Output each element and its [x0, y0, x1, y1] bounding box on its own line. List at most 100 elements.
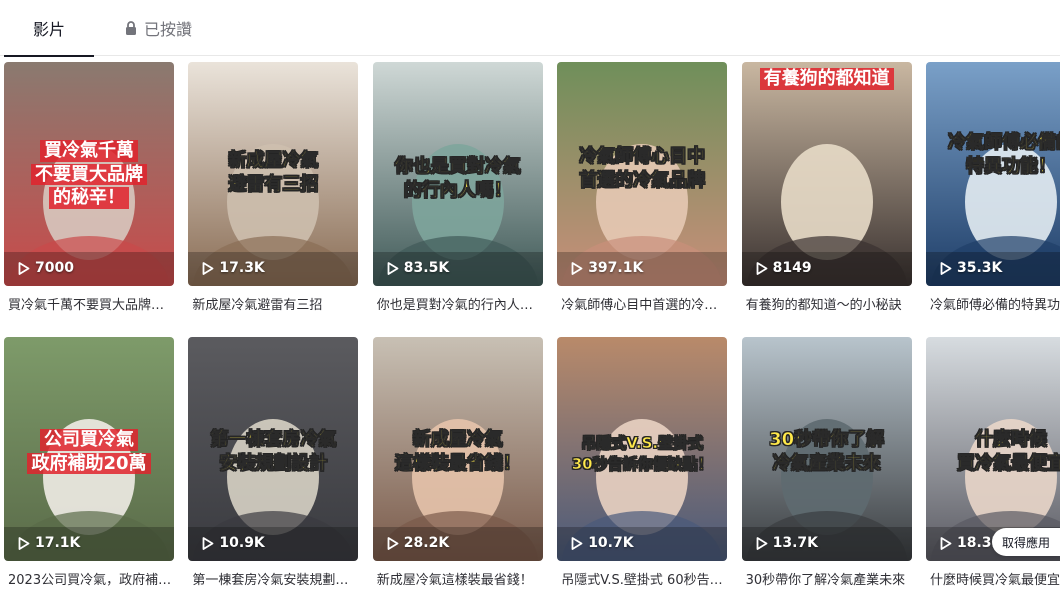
tab-liked-label: 已按讚	[144, 20, 193, 39]
tab-videos-label: 影片	[32, 20, 65, 39]
play-icon	[202, 536, 214, 550]
video-thumbnail[interactable]: 你也是買對冷氣 的行內人嗎！ 83.5K	[372, 62, 543, 286]
video-thumbnail[interactable]: 第一棟套房冷氣 安裝規劃設計 10.9K	[188, 337, 359, 561]
overlay-line: 首選的冷氣品牌	[579, 169, 706, 191]
video-caption[interactable]: 2023公司買冷氣，政府補助20萬	[8, 569, 174, 588]
overlay-line: 新成屋冷氣	[228, 150, 319, 172]
overlay-line: 安裝規劃設計	[219, 452, 328, 474]
video-card[interactable]: 新成屋冷氣 這樣裝最省錢！ 28.2K 新成屋冷氣這樣裝最省錢！	[372, 337, 543, 588]
overlay-line: 的秘辛！	[49, 187, 129, 209]
overlay-line: 你也是買對冷氣	[394, 156, 521, 178]
video-card[interactable]: 新成屋冷氣 避雷有三招 17.3K 新成屋冷氣避雷有三招	[188, 62, 359, 313]
video-caption[interactable]: 什麼時候買冷氣最便宜	[930, 569, 1060, 588]
view-count-value: 17.3K	[219, 260, 265, 276]
tab-videos[interactable]: 影片	[4, 0, 94, 57]
video-overlay-text: 冷氣師傅心目中 首選的冷氣品牌	[563, 146, 721, 193]
view-count-value: 397.1K	[588, 260, 644, 276]
video-thumbnail[interactable]: 公司買冷氣 政府補助20萬 17.1K	[4, 337, 174, 561]
video-overlay-text: 新成屋冷氣 這樣裝最省錢！	[379, 429, 537, 476]
video-caption[interactable]: 新成屋冷氣避雷有三招	[192, 294, 358, 313]
play-icon	[18, 536, 30, 550]
video-caption[interactable]: 冷氣師傅必備的特異功能！	[930, 294, 1060, 313]
video-thumbnail[interactable]: 冷氣師傅必備的特異功能！ 35.3K	[926, 62, 1060, 286]
video-card[interactable]: 你也是買對冷氣 的行內人嗎！ 83.5K 你也是買對冷氣的行內人嗎！	[372, 62, 543, 313]
video-overlay-text: 30秒帶你了解 冷氣產業未來	[748, 429, 906, 476]
video-thumbnail[interactable]: 新成屋冷氣 這樣裝最省錢！ 28.2K	[372, 337, 543, 561]
overlay-line: 冷氣師傅心目中	[579, 146, 706, 168]
lock-icon	[126, 21, 136, 35]
play-icon	[387, 536, 399, 550]
play-icon	[18, 261, 30, 275]
video-overlay-text: 冷氣師傅必備的特異功能！	[932, 132, 1060, 179]
video-caption[interactable]: 第一棟套房冷氣安裝規劃設計	[192, 569, 358, 588]
video-thumbnail[interactable]: 有養狗的都知道 8149	[741, 62, 912, 286]
play-icon	[202, 261, 214, 275]
video-thumbnail[interactable]: 吊隱式V.S.壁掛式 30秒告訴你優缺點！ 10.7K	[557, 337, 728, 561]
video-overlay-text: 你也是買對冷氣 的行內人嗎！	[379, 156, 537, 203]
view-count-value: 10.7K	[588, 535, 634, 551]
overlay-line: 吊隱式V.S.壁掛式	[581, 434, 704, 453]
get-app-button[interactable]: 取得應用	[991, 528, 1060, 556]
video-card[interactable]: 冷氣師傅心目中 首選的冷氣品牌 397.1K 冷氣師傅心目中首選的冷氣品牌	[557, 62, 728, 313]
overlay-line: 不要買大品牌	[31, 163, 147, 186]
view-count-value: 17.1K	[35, 535, 81, 551]
overlay-line: 特異功能！	[966, 155, 1057, 177]
video-card[interactable]: 第一棟套房冷氣 安裝規劃設計 10.9K 第一棟套房冷氣安裝規劃設計	[188, 337, 359, 588]
view-count: 17.1K	[18, 535, 80, 551]
overlay-line: 公司買冷氣	[40, 429, 138, 451]
view-count-value: 83.5K	[403, 260, 450, 276]
view-count-value: 35.3K	[957, 260, 1003, 276]
play-icon	[756, 261, 767, 275]
view-count-value: 28.2K	[403, 535, 450, 551]
view-count-value: 10.9K	[219, 535, 265, 551]
video-caption[interactable]: 30秒帶你了解冷氣產業未來	[746, 569, 912, 588]
overlay-line: 買冷氣最便宜	[957, 452, 1060, 474]
video-caption[interactable]: 冷氣師傅心目中首選的冷氣品牌	[561, 294, 727, 313]
overlay-line: 新成屋冷氣	[412, 429, 503, 451]
video-overlay-text: 有養狗的都知道	[748, 68, 906, 92]
view-count: 28.2K	[387, 535, 449, 551]
video-card[interactable]: 吊隱式V.S.壁掛式 30秒告訴你優缺點！ 10.7K 吊隱式V.S.壁掛式 60…	[557, 337, 728, 588]
video-overlay-text: 什麼時候 買冷氣最便宜	[932, 429, 1060, 476]
overlay-line: 政府補助20萬	[27, 452, 151, 475]
video-caption[interactable]: 新成屋冷氣這樣裝最省錢！	[377, 569, 543, 588]
overlay-line: 什麼時候	[975, 429, 1048, 451]
overlay-line: 30秒帶你了解	[769, 429, 885, 451]
view-count-value: 8149	[772, 260, 812, 276]
thumbnail-image	[741, 62, 912, 286]
video-caption[interactable]: 你也是買對冷氣的行內人嗎！	[377, 294, 543, 313]
view-count-value: 7000	[35, 260, 74, 276]
video-card[interactable]: 買冷氣千萬不要買大品牌的秘辛！ 7000 買冷氣千萬不要買大品牌的秘辛！	[4, 62, 174, 313]
video-caption[interactable]: 吊隱式V.S.壁掛式 60秒告訴你優缺點	[561, 569, 727, 588]
tab-liked[interactable]: 已按讚	[124, 0, 192, 56]
video-caption[interactable]: 買冷氣千萬不要買大品牌的秘辛！	[8, 294, 174, 313]
overlay-line: 的行內人嗎！	[403, 179, 512, 201]
video-card[interactable]: 公司買冷氣政府補助20萬 17.1K 2023公司買冷氣，政府補助20萬	[4, 337, 174, 588]
play-icon	[756, 536, 767, 550]
play-icon	[571, 536, 583, 550]
view-count: 13.7K	[756, 535, 818, 551]
play-icon	[940, 536, 952, 550]
video-overlay-text: 公司買冷氣 政府補助20萬	[10, 429, 168, 476]
video-overlay-text: 買冷氣千萬 不要買大品牌 的秘辛！	[10, 140, 168, 211]
video-overlay-text: 新成屋冷氣 避雷有三招	[194, 150, 352, 197]
view-count-value: 13.7K	[772, 535, 818, 551]
video-card[interactable]: 有養狗的都知道 8149 有養狗的都知道～的小秘訣	[741, 62, 912, 313]
play-icon	[571, 261, 583, 275]
overlay-line: 避雷有三招	[228, 173, 319, 195]
video-card[interactable]: 冷氣師傅必備的特異功能！ 35.3K 冷氣師傅必備的特異功能！	[926, 62, 1060, 313]
video-thumbnail[interactable]: 30秒帶你了解 冷氣產業未來 13.7K	[741, 337, 912, 561]
profile-tabs: 影片 已按讚	[0, 0, 1060, 57]
overlay-line: 冷氣產業未來	[772, 452, 881, 474]
video-thumbnail[interactable]: 買冷氣千萬 不要買大品牌 的秘辛！ 7000	[4, 62, 174, 286]
video-overlay-text: 吊隱式V.S.壁掛式 30秒告訴你優缺點！	[563, 433, 721, 475]
view-count: 397.1K	[571, 260, 643, 276]
overlay-line: 30秒告訴你優缺點！	[571, 455, 713, 474]
play-icon	[387, 261, 399, 275]
view-count: 10.9K	[202, 535, 265, 551]
video-thumbnail[interactable]: 冷氣師傅心目中 首選的冷氣品牌 397.1K	[557, 62, 728, 286]
overlay-line: 買冷氣千萬	[40, 140, 138, 162]
video-caption[interactable]: 有養狗的都知道～的小秘訣	[746, 294, 912, 313]
video-card[interactable]: 30秒帶你了解 冷氣產業未來 13.7K 30秒帶你了解冷氣產業未來	[741, 337, 912, 588]
video-thumbnail[interactable]: 新成屋冷氣 避雷有三招 17.3K	[188, 62, 359, 286]
